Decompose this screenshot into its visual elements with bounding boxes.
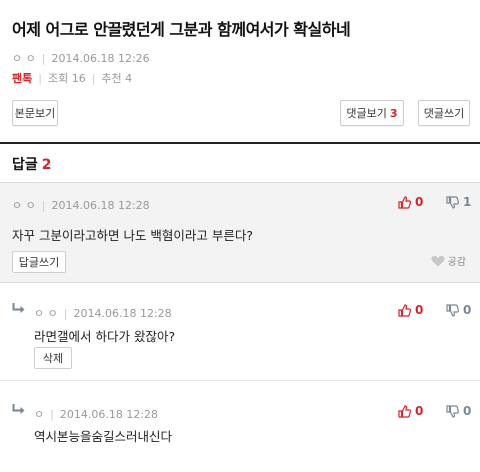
board-name[interactable]: 팬톡 [12, 72, 32, 85]
empathy-label: 공감 [447, 257, 466, 268]
view-count: 조회 16 [47, 72, 86, 85]
comment-text: 라면갤에서 하다가 왔잖아? [34, 329, 176, 344]
post-meta: ㅇ ㅇ | 2014.06.18 12:26 [12, 52, 150, 65]
reply-arrow-icon [12, 303, 25, 313]
post-author[interactable]: ㅇ ㅇ [12, 52, 36, 65]
replies-header: 답글 2 [12, 154, 52, 174]
thumbs-up-icon [398, 195, 411, 209]
comment-meta: ㅇ ㅇ | 2014.06.18 12:28 [34, 307, 172, 320]
upvote-button[interactable]: 0 [398, 404, 423, 418]
upvote-count: 0 [415, 404, 424, 418]
thumbs-up-icon [398, 404, 411, 418]
comment-item: ㅇ | 2014.06.18 12:28 0 0 역시본능을숨길스러내신다 [0, 392, 480, 472]
comment-view-label: 댓글보기 [346, 107, 387, 120]
upvote-button[interactable]: 0 [398, 195, 423, 209]
replies-label: 답글 [12, 157, 38, 173]
downvote-button[interactable]: 1 [446, 195, 471, 209]
comment-item: ㅇ ㅇ | 2014.06.18 12:28 0 1 자꾸 그분이라고하면 나도 백… [0, 182, 480, 283]
comment-author[interactable]: ㅇ [34, 408, 44, 421]
comment-author[interactable]: ㅇ ㅇ [12, 199, 36, 212]
comment-meta: ㅇ | 2014.06.18 12:28 [34, 408, 159, 421]
section-divider [0, 142, 480, 144]
thumbs-down-icon [446, 195, 459, 209]
comment-write-button[interactable]: 댓글쓰기 [418, 100, 470, 126]
reply-arrow-icon [12, 404, 25, 414]
comment-text: 자꾸 그분이라고하면 나도 백혐이라고 부른다? [12, 228, 254, 243]
body-view-button[interactable]: 본문보기 [12, 100, 58, 126]
delete-button[interactable]: 삭제 [34, 347, 72, 369]
comment-date: 2014.06.18 12:28 [73, 307, 172, 320]
downvote-count: 0 [463, 303, 472, 317]
comment-meta: ㅇ ㅇ | 2014.06.18 12:28 [12, 199, 150, 212]
comment-view-button[interactable]: 댓글보기 3 [340, 100, 404, 126]
post-stats: 팬톡 | 조회 16 | 추천 4 [12, 72, 133, 85]
heart-icon [431, 255, 445, 266]
downvote-count: 0 [463, 404, 472, 418]
post-date: 2014.06.18 12:26 [51, 52, 150, 65]
comment-author[interactable]: ㅇ ㅇ [34, 307, 58, 320]
upvote-button[interactable]: 0 [398, 303, 423, 317]
upvote-count: 0 [415, 303, 424, 317]
downvote-button[interactable]: 0 [446, 404, 471, 418]
reply-write-button[interactable]: 답글쓰기 [12, 251, 66, 273]
empathy-button[interactable]: 공감 [431, 253, 466, 268]
comment-count: 3 [389, 106, 398, 120]
post-title: 어제 어그로 안끌렸던게 그분과 함께여서가 확실하네 [12, 20, 351, 39]
comment-text: 역시본능을숨길스러내신다 [34, 429, 173, 444]
downvote-button[interactable]: 0 [446, 303, 471, 317]
replies-count: 2 [41, 157, 52, 173]
comment-date: 2014.06.18 12:28 [59, 408, 159, 421]
upvote-count: 0 [415, 195, 424, 209]
thumbs-down-icon [446, 404, 459, 418]
thumbs-up-icon [398, 303, 411, 317]
downvote-count: 1 [463, 195, 472, 209]
thumbs-down-icon [446, 303, 459, 317]
recommend-count: 추천 4 [101, 72, 133, 85]
comment-date: 2014.06.18 12:28 [51, 199, 150, 212]
comment-item: ㅇ ㅇ | 2014.06.18 12:28 0 0 라면갤에서 하다가 왔잖아? … [0, 291, 480, 381]
